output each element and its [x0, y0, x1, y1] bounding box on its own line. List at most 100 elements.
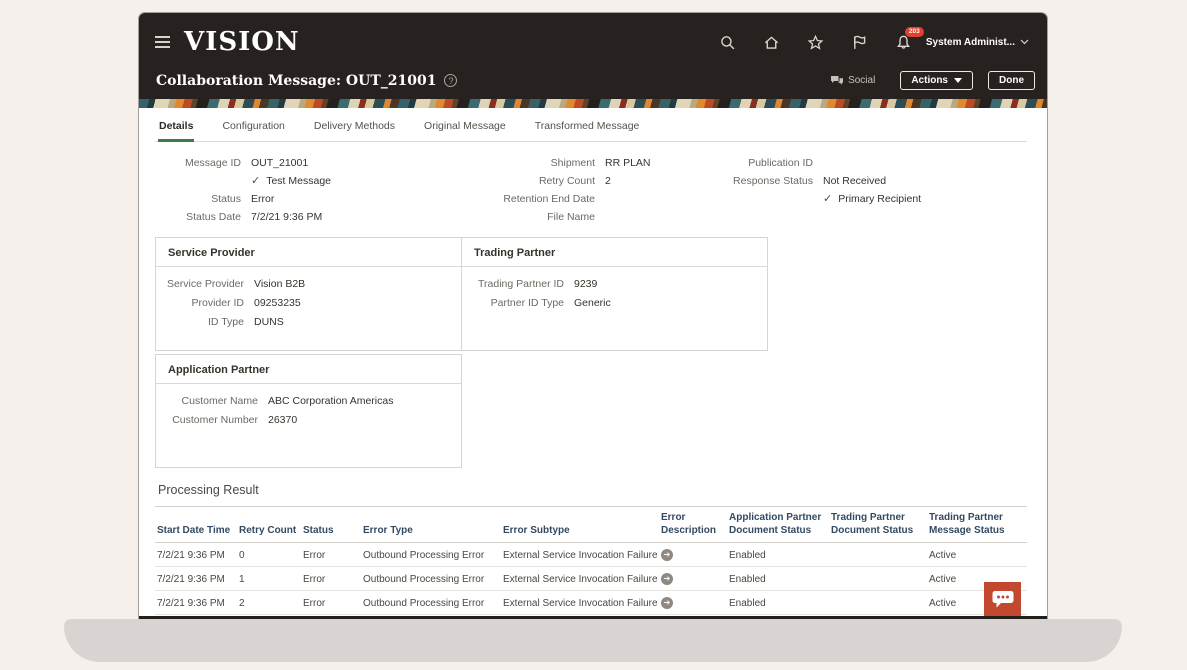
table-header-row: Start Date Time Retry Count Status Error…	[155, 507, 1027, 543]
user-menu-label: System Administ...	[926, 37, 1015, 48]
error-detail-arrow-icon[interactable]: ➔	[661, 573, 673, 585]
field-value: Vision B2B	[254, 278, 305, 290]
page-title-bar: Collaboration Message: OUT_21001 ? Socia…	[139, 71, 1047, 99]
menu-icon[interactable]	[155, 36, 170, 48]
top-bar: VISION 203	[139, 13, 1047, 71]
field-retry-count: Retry Count 2	[463, 175, 715, 187]
field-label: Retention End Date	[463, 193, 605, 205]
field-value: OUT_21001	[251, 157, 308, 169]
error-detail-arrow-icon[interactable]: ➔	[661, 597, 673, 609]
field-label: File Name	[463, 211, 605, 223]
col-start-date-time: Start Date Time	[155, 507, 237, 543]
col-error-type: Error Type	[361, 507, 501, 543]
favorites-star-icon[interactable]	[807, 34, 824, 51]
checkbox-checked-icon[interactable]: ✓	[823, 194, 832, 205]
field-customer-number: Customer Number 26370	[156, 414, 461, 426]
checkbox-label: Primary Recipient	[838, 193, 921, 205]
home-icon[interactable]	[763, 34, 780, 51]
social-label: Social	[848, 75, 875, 86]
form-column-3: Publication ID Response Status Not Recei…	[715, 157, 977, 223]
actions-button[interactable]: Actions	[900, 71, 973, 90]
field-status-date: Status Date 7/2/21 9:36 PM	[161, 211, 463, 223]
field-id-type: ID Type DUNS	[156, 316, 461, 328]
field-label: Response Status	[715, 175, 823, 187]
service-provider-panel: Service Provider Service Provider Vision…	[155, 237, 462, 351]
field-test-message: ✓ Test Message	[161, 175, 463, 187]
field-label: Status Date	[161, 211, 251, 223]
field-status: Status Error	[161, 193, 463, 205]
field-label: Customer Number	[156, 414, 268, 426]
brand-logo[interactable]: VISION	[184, 27, 300, 57]
chat-bubble-icon	[992, 590, 1014, 609]
notifications-bell-icon[interactable]: 203	[895, 34, 912, 51]
field-value: Error	[251, 193, 274, 205]
field-publication-id: Publication ID	[715, 157, 977, 169]
col-error-description: Error Description	[659, 507, 727, 543]
form-column-1: Message ID OUT_21001 ✓ Test Message Stat…	[161, 157, 463, 223]
processing-result-title: Processing Result	[158, 483, 1027, 497]
field-label: Retry Count	[463, 175, 605, 187]
field-label: Publication ID	[715, 157, 823, 169]
help-icon[interactable]: ?	[444, 74, 457, 87]
checkbox-checked-icon[interactable]: ✓	[251, 176, 260, 187]
field-label: Trading Partner ID	[462, 278, 574, 290]
field-label: Customer Name	[156, 395, 268, 407]
panel-title: Application Partner	[156, 355, 461, 384]
tab-bar: Details Configuration Delivery Methods O…	[155, 114, 1027, 142]
field-value: 7/2/21 9:36 PM	[251, 211, 322, 223]
desktop-background: { "header": { "brand": "VISION", "notifi…	[0, 0, 1187, 670]
table-row[interactable]: 7/2/21 9:36 PM 2 Error Outbound Processi…	[155, 591, 1027, 615]
field-response-status: Response Status Not Received	[715, 175, 977, 187]
panel-title: Service Provider	[156, 238, 461, 267]
chat-widget-button[interactable]	[984, 582, 1021, 616]
social-button[interactable]: Social	[830, 75, 875, 86]
user-menu[interactable]: System Administ...	[926, 37, 1029, 48]
field-partner-id-type: Partner ID Type Generic	[462, 297, 767, 309]
form-column-2: Shipment RR PLAN Retry Count 2 Retention…	[463, 157, 715, 223]
field-trading-partner-id: Trading Partner ID 9239	[462, 278, 767, 290]
field-shipment: Shipment RR PLAN	[463, 157, 715, 169]
panel-title: Trading Partner	[462, 238, 767, 267]
flag-icon[interactable]	[851, 34, 868, 51]
field-label: Partner ID Type	[462, 297, 574, 309]
col-status: Status	[301, 507, 361, 543]
done-button[interactable]: Done	[988, 71, 1035, 90]
tab-details[interactable]: Details	[158, 114, 194, 142]
col-error-subtype: Error Subtype	[501, 507, 659, 543]
checkbox-label: Test Message	[266, 175, 331, 187]
field-primary-recipient: ✓ Primary Recipient	[715, 193, 977, 205]
table-row[interactable]: 7/2/21 9:36 PM 0 Error Outbound Processi…	[155, 543, 1027, 567]
col-retry-count: Retry Count	[237, 507, 301, 543]
search-icon[interactable]	[719, 34, 736, 51]
table-row[interactable]: 7/2/21 9:36 PM 1 Error Outbound Processi…	[155, 567, 1027, 591]
trading-partner-panel: Trading Partner Trading Partner ID 9239 …	[461, 237, 768, 351]
dropdown-caret-icon	[954, 78, 962, 83]
col-trading-partner-message-status: Trading Partner Message Status	[927, 507, 1027, 543]
partner-panels: Service Provider Service Provider Vision…	[155, 237, 1027, 351]
field-value: 9239	[574, 278, 597, 290]
header-icons: 203	[719, 34, 912, 51]
chevron-down-icon	[1020, 39, 1029, 45]
application-partner-panel: Application Partner Customer Name ABC Co…	[155, 354, 462, 468]
field-value: Not Received	[823, 175, 886, 187]
tab-original-message[interactable]: Original Message	[423, 114, 507, 142]
field-label: Status	[161, 193, 251, 205]
col-application-partner-document-status: Application Partner Document Status	[727, 507, 829, 543]
field-label: ID Type	[156, 316, 254, 328]
notifications-badge: 203	[905, 27, 924, 38]
field-provider-id: Provider ID 09253235	[156, 297, 461, 309]
tab-delivery-methods[interactable]: Delivery Methods	[313, 114, 396, 142]
page-title: Collaboration Message: OUT_21001	[156, 73, 436, 89]
field-label: Service Provider	[156, 278, 254, 290]
field-value: Generic	[574, 297, 611, 309]
tab-transformed-message[interactable]: Transformed Message	[534, 114, 641, 142]
error-detail-arrow-icon[interactable]: ➔	[661, 549, 673, 561]
col-trading-partner-document-status: Trading Partner Document Status	[829, 507, 927, 543]
field-value: 09253235	[254, 297, 301, 309]
laptop-base	[64, 619, 1122, 662]
field-message-id: Message ID OUT_21001	[161, 157, 463, 169]
tab-configuration[interactable]: Configuration	[221, 114, 285, 142]
details-form: Message ID OUT_21001 ✓ Test Message Stat…	[155, 142, 1027, 233]
field-customer-name: Customer Name ABC Corporation Americas	[156, 395, 461, 407]
decorative-banner	[139, 99, 1047, 108]
